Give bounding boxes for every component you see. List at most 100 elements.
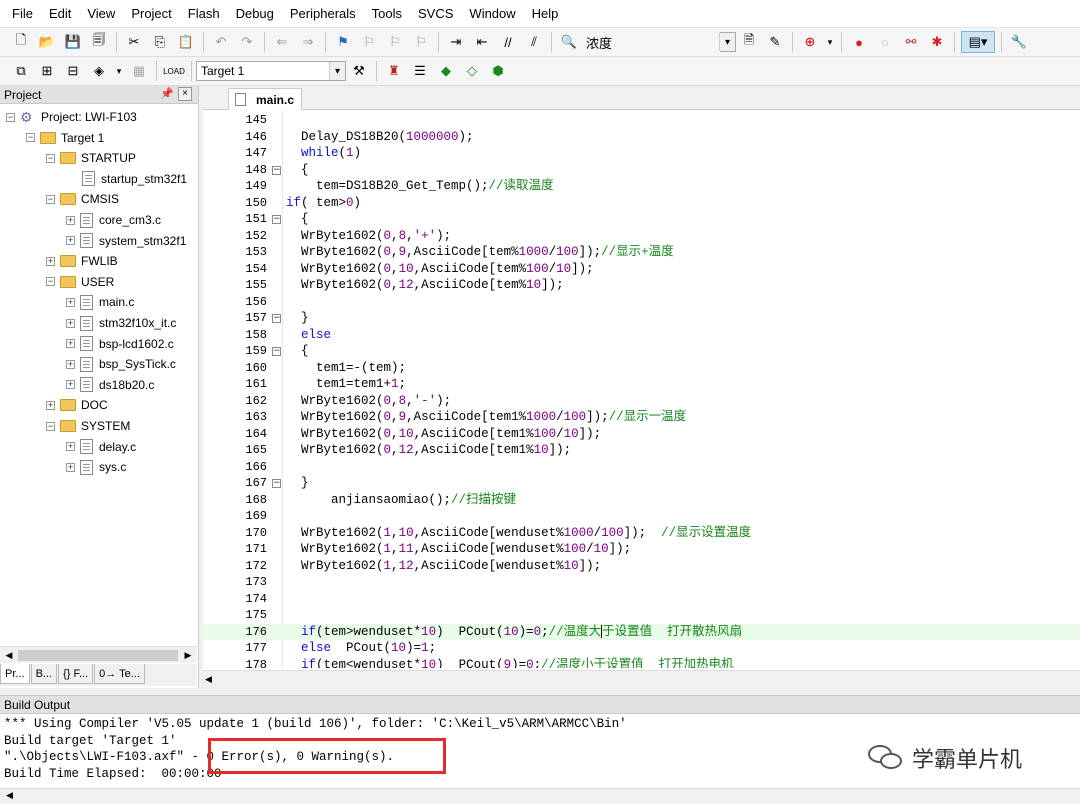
menu-view[interactable]: View — [79, 0, 123, 28]
open-file-icon[interactable]: 📂 — [36, 31, 58, 53]
save-icon[interactable]: 💾 — [62, 31, 84, 53]
expand-icon[interactable]: + — [66, 318, 75, 328]
unindent-icon[interactable]: ⇤ — [471, 31, 493, 53]
close-icon[interactable]: × — [178, 87, 192, 101]
find-in-files-icon[interactable]: 🔍 — [558, 31, 580, 53]
collapse-icon[interactable]: − — [26, 133, 35, 143]
scroll-left-icon[interactable]: ◀ — [2, 649, 16, 662]
project-horizontal-scrollbar[interactable]: ◀ ▶ — [0, 646, 197, 663]
collapse-icon[interactable]: − — [46, 153, 55, 163]
expand-icon[interactable]: + — [66, 297, 75, 307]
menu-tools[interactable]: Tools — [364, 0, 410, 28]
pin-icon[interactable]: 📌 — [160, 87, 174, 100]
disable-breakpoint-icon[interactable]: ○ — [874, 31, 896, 53]
tree-item[interactable]: − STARTUP — [46, 148, 136, 168]
expand-icon[interactable]: + — [66, 442, 75, 452]
manage-components-icon[interactable]: ♜ — [383, 60, 405, 82]
target-options-icon[interactable]: ⚒ — [348, 60, 370, 82]
expand-icon[interactable]: + — [66, 215, 75, 225]
expand-icon[interactable]: + — [66, 236, 75, 246]
menu-svcs[interactable]: SVCS — [410, 0, 461, 28]
manage-project-icon[interactable]: ☰ — [409, 60, 431, 82]
tree-item[interactable]: + delay.c — [66, 437, 136, 457]
configure-icon[interactable]: 🔧 — [1008, 31, 1030, 53]
fold-toggle-icon[interactable]: − — [272, 165, 281, 175]
menu-project[interactable]: Project — [123, 0, 179, 28]
tree-item[interactable]: + stm32f10x_it.c — [66, 313, 176, 333]
fold-toggle-icon[interactable]: − — [272, 347, 281, 356]
find-combo[interactable]: ▾ — [719, 32, 736, 52]
tree-item[interactable]: + sys.c — [66, 457, 126, 477]
tree-item[interactable]: startup_stm32f1 — [66, 169, 187, 189]
editor-horizontal-scrollbar[interactable]: ◀ — [203, 670, 1080, 688]
tree-item[interactable]: + bsp_SysTick.c — [66, 354, 176, 374]
scrollbar-thumb[interactable] — [18, 650, 178, 661]
next-bookmark-icon[interactable]: ⚐ — [384, 31, 406, 53]
bookmark-icon[interactable]: ⚑ — [332, 31, 354, 53]
collapse-icon[interactable]: − — [46, 194, 55, 204]
dropdown-arrow-icon[interactable]: ▾ — [114, 60, 124, 82]
tree-item[interactable]: + FWLIB — [46, 251, 118, 271]
find-icon[interactable]: 🗎 — [738, 31, 760, 53]
build-icon[interactable]: ⊞ — [36, 60, 58, 82]
find-text[interactable]: 浓度 — [586, 33, 716, 52]
scroll-left-icon[interactable]: ◀ — [205, 674, 212, 685]
tree-item[interactable]: + system_stm32f1 — [66, 231, 186, 251]
download-icon[interactable]: LOAD — [163, 60, 185, 82]
menu-window[interactable]: Window — [461, 0, 523, 28]
dropdown-arrow-icon[interactable]: ▾ — [825, 31, 835, 53]
undo-icon[interactable]: ↶ — [210, 31, 232, 53]
fold-toggle-icon[interactable]: − — [272, 215, 281, 224]
scroll-left-icon[interactable]: ◀ — [6, 790, 13, 801]
rebuild-icon[interactable]: ⊟ — [62, 60, 84, 82]
project-panel-tab[interactable]: B... — [30, 664, 58, 684]
save-all-icon[interactable]: 🗐 — [88, 31, 110, 53]
fold-toggle-icon[interactable]: − — [272, 479, 281, 488]
menu-help[interactable]: Help — [524, 0, 567, 28]
batch-build-icon[interactable]: ◈ — [88, 60, 110, 82]
expand-icon[interactable]: + — [66, 462, 75, 472]
build-output-scrollbar[interactable]: ◀ — [0, 788, 1080, 804]
nav-forward-icon[interactable]: ⇒ — [297, 31, 319, 53]
target-select[interactable]: Target 1 ▾ — [196, 61, 346, 81]
expand-icon[interactable]: + — [66, 380, 75, 390]
tree-item[interactable]: + DOC — [46, 395, 108, 415]
window-layout-icon[interactable]: ▤▾ — [961, 31, 995, 53]
nav-back-icon[interactable]: ⇐ — [271, 31, 293, 53]
menu-file[interactable]: File — [4, 0, 41, 28]
manage-runtime-icon[interactable]: ⬢ — [487, 60, 509, 82]
disable-all-breakpoints-icon[interactable]: ⚯ — [900, 31, 922, 53]
build-output-panel[interactable]: *** Using Compiler 'V5.05 update 1 (buil… — [0, 714, 1080, 788]
debug-session-icon[interactable]: ⊕ — [799, 31, 821, 53]
kill-breakpoints-icon[interactable]: ✱ — [926, 31, 948, 53]
copy-icon[interactable]: ⎘ — [149, 31, 171, 53]
menu-peripherals[interactable]: Peripherals — [282, 0, 364, 28]
tree-item[interactable]: + bsp-lcd1602.c — [66, 334, 174, 354]
new-file-icon[interactable]: 🗋 — [10, 31, 32, 53]
stop-build-icon[interactable]: ▦ — [128, 60, 150, 82]
tree-item[interactable]: + main.c — [66, 292, 134, 312]
redo-icon[interactable]: ↷ — [236, 31, 258, 53]
tree-item[interactable]: − USER — [46, 272, 114, 292]
expand-icon[interactable]: + — [66, 359, 75, 369]
collapse-icon[interactable]: − — [6, 112, 15, 122]
scroll-right-icon[interactable]: ▶ — [181, 649, 195, 662]
expand-icon[interactable]: + — [66, 339, 75, 349]
menu-flash[interactable]: Flash — [180, 0, 228, 28]
prev-bookmark-icon[interactable]: ⚐ — [358, 31, 380, 53]
chevron-down-icon[interactable]: ▾ — [329, 62, 345, 80]
tree-item[interactable]: + ds18b20.c — [66, 375, 154, 395]
select-software-packs-icon[interactable]: ◇ — [461, 60, 483, 82]
clear-bookmarks-icon[interactable]: ⚐ — [410, 31, 432, 53]
code-editor[interactable]: 145 146 Delay_DS18B20(1000000); 147 while(… — [203, 110, 1080, 688]
code-area[interactable]: 145 146 Delay_DS18B20(1000000); 147 while(… — [203, 110, 1080, 668]
uncomment-icon[interactable]: ⫽ — [523, 31, 545, 53]
tree-item[interactable]: − CMSIS — [46, 189, 119, 209]
pack-installer-icon[interactable]: ◆ — [435, 60, 457, 82]
cut-icon[interactable]: ✂ — [123, 31, 145, 53]
translate-icon[interactable]: ⧉ — [10, 60, 32, 82]
breakpoint-icon[interactable]: ● — [848, 31, 870, 53]
menu-debug[interactable]: Debug — [228, 0, 282, 28]
tree-item[interactable]: − Target 1 — [26, 128, 104, 148]
tree-item[interactable]: − SYSTEM — [46, 416, 130, 436]
